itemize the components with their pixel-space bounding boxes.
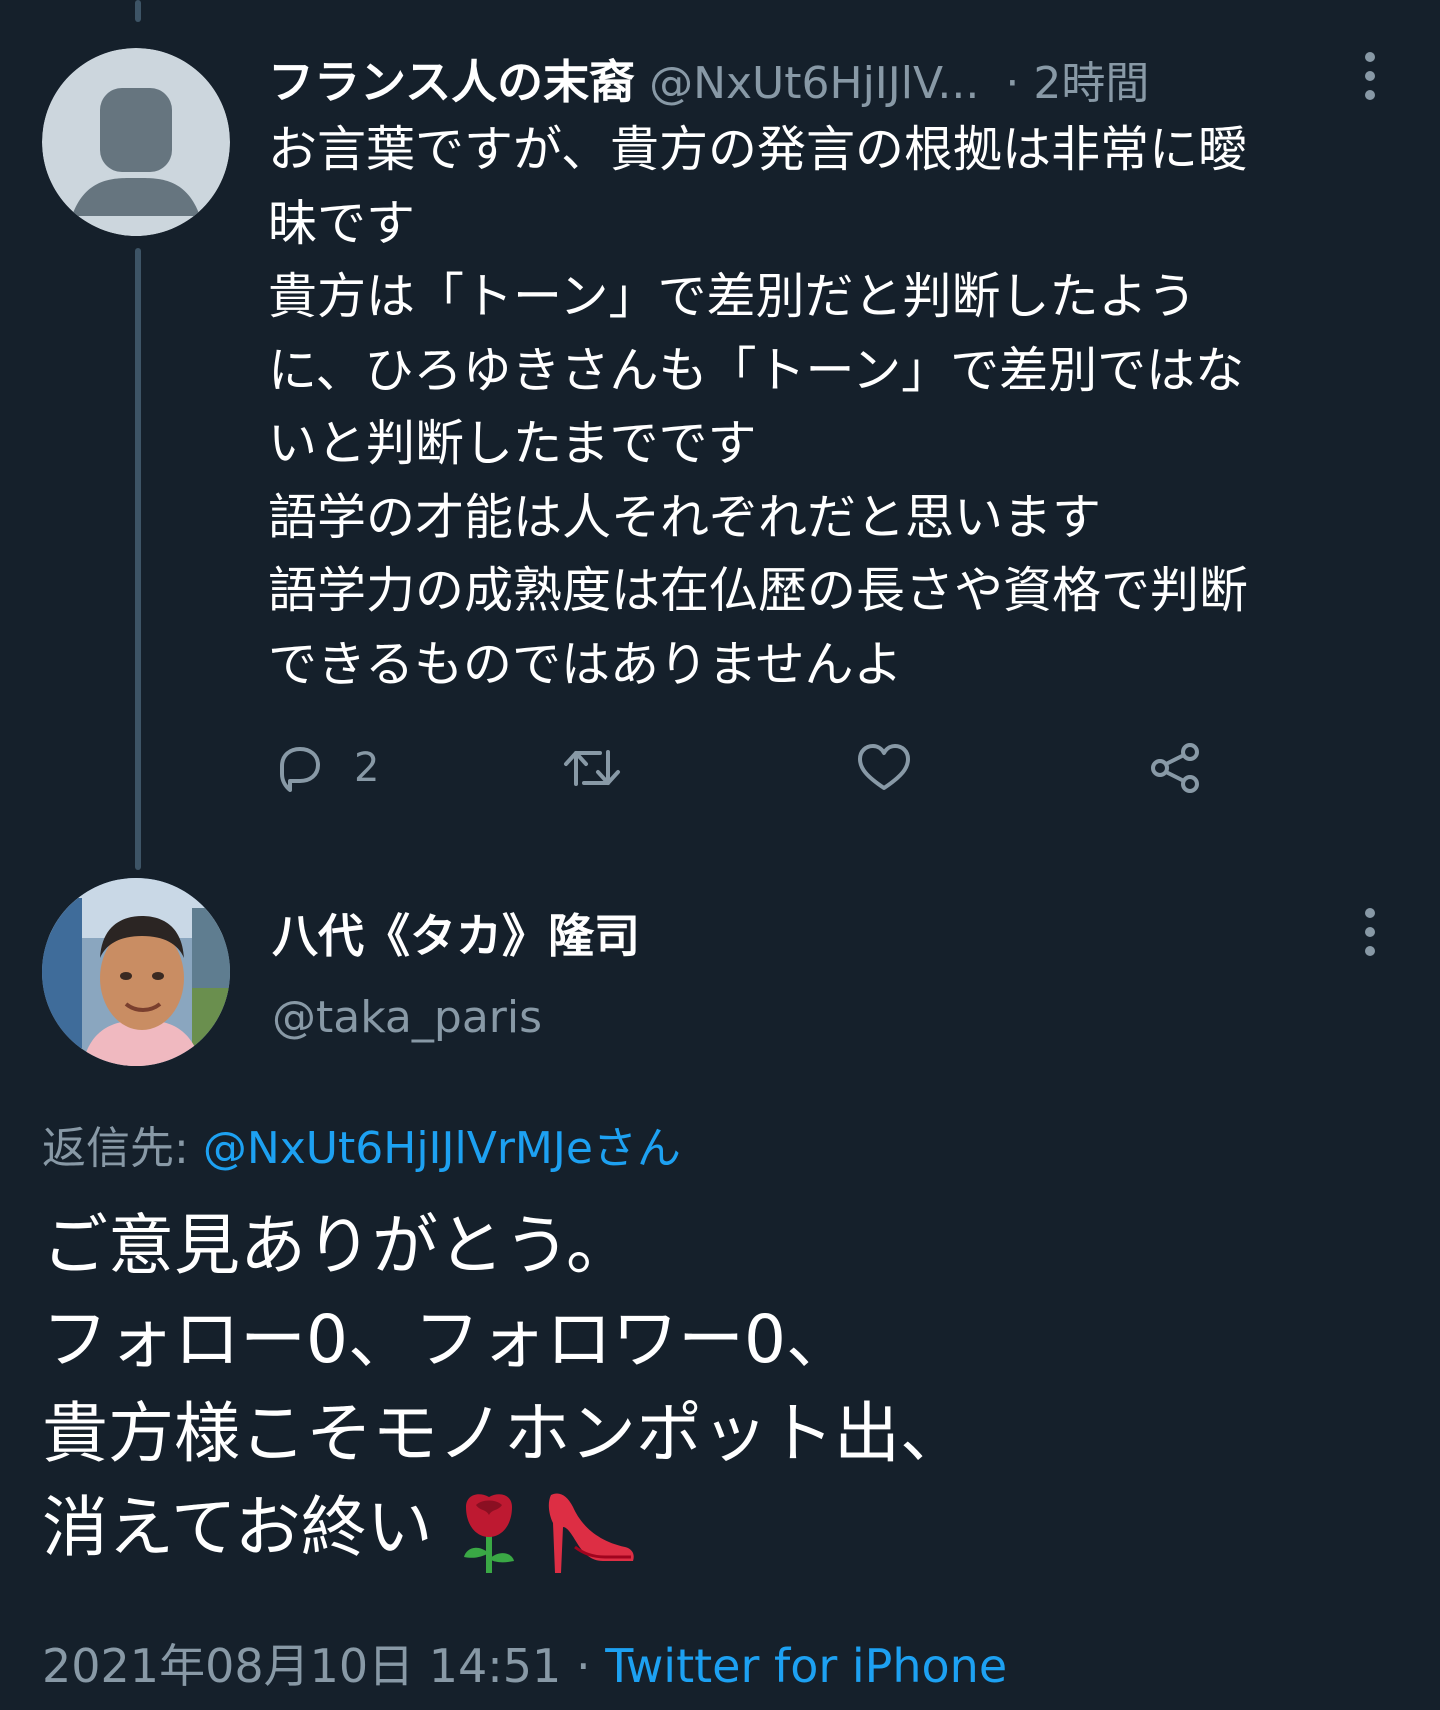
more-icon[interactable] bbox=[1350, 902, 1390, 962]
text-line: いと判断したまでです bbox=[268, 415, 757, 472]
text-line-with-emoji: 消えてお終い bbox=[42, 1481, 966, 1577]
reply-count: 2 bbox=[354, 745, 380, 791]
user-handle[interactable]: @NxUt6HjIJlV... bbox=[649, 58, 979, 109]
text-line: できるものではありませんよ bbox=[268, 635, 903, 693]
share-icon bbox=[1151, 743, 1199, 793]
tweet-source[interactable]: Twitter for iPhone bbox=[605, 1639, 1007, 1693]
text-line: フォロー0、フォロワー0、 bbox=[42, 1301, 852, 1378]
like-button[interactable] bbox=[856, 740, 912, 796]
profile-avatar[interactable] bbox=[42, 878, 230, 1066]
thread-line-top bbox=[135, 0, 141, 22]
display-name[interactable]: 八代《タカ》隆司 bbox=[272, 900, 640, 966]
reply-icon bbox=[280, 747, 320, 792]
display-name[interactable]: フランス人の末裔 bbox=[268, 46, 635, 112]
text-line: お言葉ですが、貴方の発言の根拠は非常に曖 bbox=[268, 121, 1248, 178]
reply-button[interactable]: 2 bbox=[272, 740, 379, 796]
retweet-icon bbox=[564, 750, 620, 786]
share-button[interactable] bbox=[1148, 740, 1204, 796]
main-tweet-handle-row: @taka_paris bbox=[272, 992, 542, 1043]
tweet-time[interactable]: · 2時間 bbox=[1005, 47, 1149, 111]
text-line: に、ひろゆきさんも「トーン」で差別ではな bbox=[268, 341, 1245, 399]
main-tweet-header: 八代《タカ》隆司 bbox=[272, 900, 640, 966]
like-icon bbox=[858, 744, 910, 790]
retweet-button[interactable] bbox=[560, 740, 624, 796]
default-avatar[interactable] bbox=[42, 48, 230, 236]
meta-separator: · bbox=[561, 1639, 606, 1693]
text-line: 昧です bbox=[268, 194, 416, 252]
tweet-meta: 2021年08月10日 14:51 · Twitter for iPhone bbox=[42, 1630, 1007, 1696]
more-icon[interactable] bbox=[1350, 46, 1390, 106]
text-line: 貴方様こそモノホンポット出、 bbox=[42, 1395, 966, 1472]
text-line: 語学力の成熟度は在仏歴の長さや資格で判断 bbox=[268, 562, 1249, 619]
thread-line bbox=[135, 248, 141, 870]
reply-to-label: 返信先: bbox=[42, 1123, 189, 1174]
rose-emoji bbox=[463, 1494, 514, 1573]
reply-to-line: 返信先: @NxUt6HjIJlVrMJeさん bbox=[42, 1112, 681, 1176]
reply-tweet-header: フランス人の末裔 @NxUt6HjIJlV... · 2時間 bbox=[268, 46, 1149, 112]
text-line: 貴方は「トーン」で差別だと判断したよう bbox=[268, 268, 1197, 325]
tweet-text: お言葉ですが、貴方の発言の根拠は非常に曖 昧です 貴方は「トーン」で差別だと判断… bbox=[268, 113, 1248, 701]
tweet-timestamp[interactable]: 2021年08月10日 14:51 bbox=[42, 1639, 561, 1693]
text-line: ご意見ありがとう。 bbox=[42, 1207, 633, 1284]
reply-to-link[interactable]: @NxUt6HjIJlVrMJeさん bbox=[203, 1123, 681, 1174]
user-handle[interactable]: @taka_paris bbox=[272, 992, 542, 1043]
tweet-text: ご意見ありがとう。 フォロー0、フォロワー0、 貴方様こそモノホンポット出、 消… bbox=[42, 1199, 966, 1577]
text-line: 消えてお終い bbox=[42, 1489, 433, 1566]
high-heel-emoji bbox=[548, 1493, 634, 1573]
text-line: 語学の才能は人それぞれだと思います bbox=[268, 488, 1102, 546]
